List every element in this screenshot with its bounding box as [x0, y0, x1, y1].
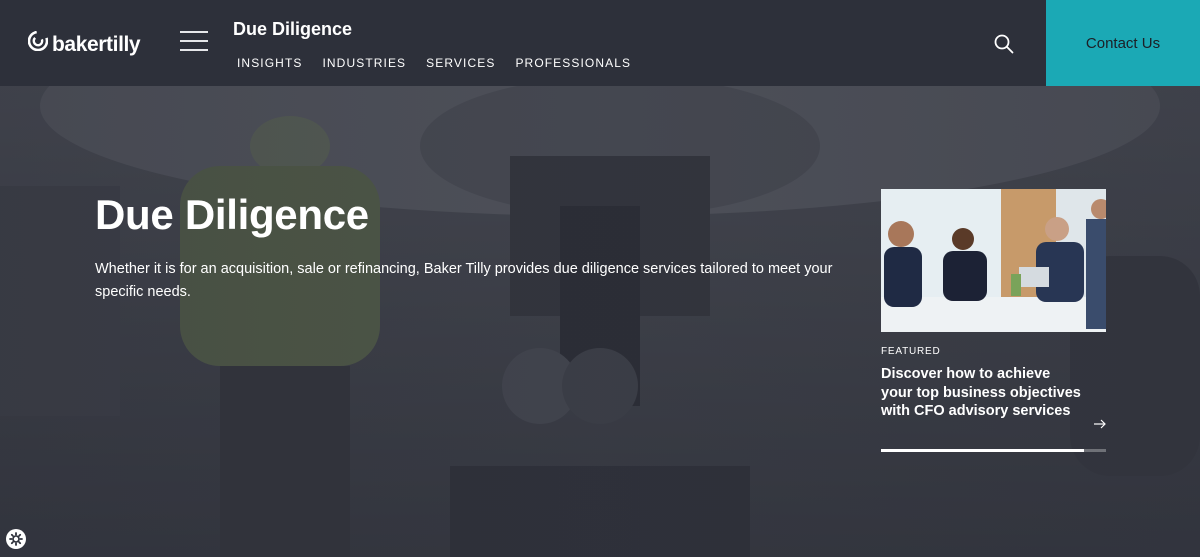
hero-section: Due Diligence Whether it is for an acqui…	[0, 86, 1200, 557]
featured-label: FEATURED	[881, 346, 941, 357]
nav-item-insights[interactable]: INSIGHTS	[237, 56, 302, 70]
hero-title: Due Diligence	[95, 191, 369, 238]
section-title: Due Diligence	[233, 19, 353, 39]
bakertilly-logo-icon	[28, 31, 48, 51]
featured-title-link[interactable]: Discover how to achieve your top busines…	[881, 365, 1081, 421]
featured-progress-fill	[881, 449, 1084, 452]
nav-item-professionals[interactable]: PROFESSIONALS	[515, 56, 631, 70]
cookie-settings-button[interactable]	[6, 529, 26, 549]
cookie-settings-icon	[9, 532, 23, 546]
site-header: bakertilly Due Diligence INSIGHTS INDUST…	[0, 0, 1200, 86]
bakertilly-logo[interactable]: bakertilly	[28, 27, 141, 56]
search-icon[interactable]	[993, 33, 1015, 55]
contact-us-button[interactable]: Contact Us	[1046, 0, 1200, 86]
hero-description: Whether it is for an acquisition, sale o…	[95, 261, 833, 300]
nav-item-services[interactable]: SERVICES	[426, 56, 495, 70]
arrow-right-icon[interactable]	[1093, 417, 1107, 431]
hamburger-menu-button[interactable]	[180, 31, 208, 53]
nav-item-industries[interactable]: INDUSTRIES	[322, 56, 406, 70]
logo-text: bakertilly	[52, 33, 141, 56]
featured-progress-bar	[881, 449, 1106, 452]
featured-image[interactable]	[881, 189, 1106, 332]
hamburger-menu-icon	[180, 31, 208, 33]
meeting-photo	[881, 189, 1106, 332]
main-nav: INSIGHTS INDUSTRIES SERVICES PROFESSIONA…	[237, 56, 631, 70]
